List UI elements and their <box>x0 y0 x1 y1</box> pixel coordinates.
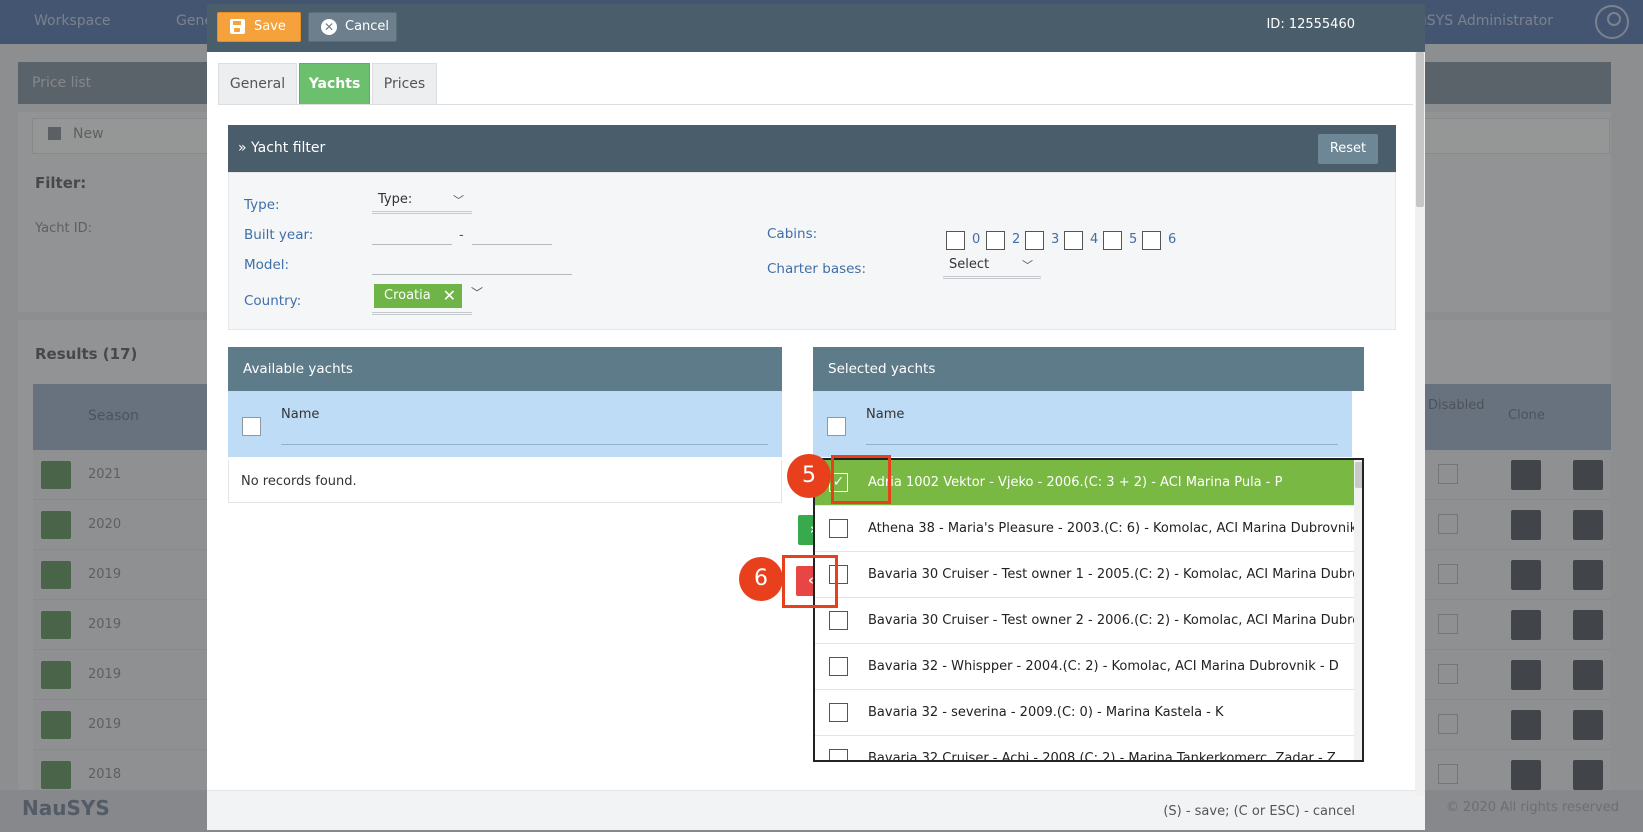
charter-bases-select[interactable]: Select ﹀ <box>943 257 1041 279</box>
available-empty-message: No records found. <box>228 460 782 503</box>
cabin-option-5: 5 <box>1129 232 1138 247</box>
chevron-down-icon: ﹀ <box>453 194 464 207</box>
available-select-all-checkbox[interactable] <box>242 417 261 436</box>
cabin-checkbox-5[interactable] <box>1103 231 1122 250</box>
step-6-marker: 6 <box>739 557 783 601</box>
step-6-highlight <box>782 555 838 608</box>
modal-toolbar: Save ✕ Cancel ID: 12555460 <box>207 4 1425 52</box>
chevron-down-icon: ﹀ <box>1022 259 1033 272</box>
cabin-checkbox-2[interactable] <box>986 231 1005 250</box>
yacht-name: Bavaria 32 - severina - 2009.(C: 0) - Ma… <box>868 705 1224 720</box>
close-icon[interactable]: ✕ <box>443 286 456 305</box>
built-year-from-input[interactable] <box>372 244 452 245</box>
charter-bases-label: Charter bases: <box>767 261 867 277</box>
selected-yachts-columns: Name <box>813 391 1352 457</box>
type-label: Type: <box>244 197 280 213</box>
selected-yachts-header: Selected yachts <box>813 347 1364 391</box>
record-id: ID: 12555460 <box>1266 17 1355 32</box>
selected-name-filter-input[interactable] <box>866 444 1338 445</box>
chevron-down-icon[interactable]: ﹀ <box>471 284 483 301</box>
cancel-button[interactable]: ✕ Cancel <box>308 12 397 42</box>
cancel-label: Cancel <box>345 19 390 34</box>
list-item[interactable]: ✓ Adria 1002 Vektor - Vjeko - 2006.(C: 3… <box>815 460 1354 506</box>
yacht-name: Bavaria 32 Cruiser - Achi - 2008.(C: 2) … <box>868 751 1336 762</box>
close-circle-icon: ✕ <box>321 19 337 35</box>
cabin-checkbox-0[interactable] <box>946 231 965 250</box>
yacht-name: Bavaria 30 Cruiser - Test owner 1 - 2005… <box>868 567 1364 582</box>
selected-yachts-list: ✓ Adria 1002 Vektor - Vjeko - 2006.(C: 3… <box>813 458 1364 762</box>
cabin-checkbox-6[interactable] <box>1142 231 1161 250</box>
yacht-filter-title: » Yacht filter <box>238 140 326 156</box>
cabins-label: Cabins: <box>767 226 818 242</box>
floppy-disk-icon <box>230 19 245 34</box>
country-label: Country: <box>244 293 302 309</box>
cabin-option-3: 3 <box>1051 232 1060 247</box>
row-checkbox[interactable] <box>829 703 848 722</box>
model-input[interactable] <box>372 274 572 275</box>
type-select[interactable]: Type: ﹀ <box>372 192 472 214</box>
yacht-name: Bavaria 30 Cruiser - Test owner 2 - 2006… <box>868 613 1364 628</box>
model-label: Model: <box>244 257 290 273</box>
step-5-highlight <box>831 455 891 504</box>
cabin-option-4: 4 <box>1090 232 1099 247</box>
built-year-label: Built year: <box>244 227 314 243</box>
row-checkbox[interactable] <box>829 657 848 676</box>
list-item[interactable]: Bavaria 32 - severina - 2009.(C: 0) - Ma… <box>815 690 1354 736</box>
list-item[interactable]: Bavaria 32 - Whispper - 2004.(C: 2) - Ko… <box>815 644 1354 690</box>
yacht-filter-header: » Yacht filter Reset <box>228 125 1396 172</box>
range-dash: - <box>459 228 464 243</box>
list-item[interactable]: Bavaria 32 Cruiser - Achi - 2008.(C: 2) … <box>815 736 1354 762</box>
step-5-marker: 5 <box>787 454 831 498</box>
cabin-checkbox-4[interactable] <box>1064 231 1083 250</box>
selected-select-all-checkbox[interactable] <box>827 417 846 436</box>
row-checkbox[interactable] <box>829 519 848 538</box>
save-button[interactable]: Save <box>217 12 301 42</box>
country-tag: Croatia ✕ <box>374 284 462 308</box>
yacht-name: Adria 1002 Vektor - Vjeko - 2006.(C: 3 +… <box>868 475 1283 490</box>
shortcut-hint: (S) - save; (C or ESC) - cancel <box>1163 804 1355 819</box>
tab-general[interactable]: General <box>218 63 297 104</box>
tab-yachts[interactable]: Yachts <box>299 63 370 104</box>
list-item[interactable]: Athena 38 - Maria's Pleasure - 2003.(C: … <box>815 506 1362 552</box>
tab-prices[interactable]: Prices <box>372 63 437 104</box>
scrollbar-thumb[interactable] <box>1355 462 1362 488</box>
cabin-option-2: 2 <box>1012 232 1021 247</box>
available-yachts-columns: Name <box>228 391 782 457</box>
charter-bases-value: Select <box>949 257 990 272</box>
tabs-divider <box>218 104 1413 105</box>
type-select-value: Type: <box>378 192 413 207</box>
yacht-name: Bavaria 32 - Whispper - 2004.(C: 2) - Ko… <box>868 659 1339 674</box>
cabin-checkbox-3[interactable] <box>1025 231 1044 250</box>
cabin-option-6: 6 <box>1168 232 1177 247</box>
country-tag-label: Croatia <box>384 288 431 303</box>
country-select-underline <box>372 312 472 315</box>
price-list-modal: Save ✕ Cancel ID: 12555460 General Yacht… <box>207 4 1425 830</box>
selected-list-scrollbar[interactable] <box>1354 460 1362 760</box>
available-yachts-header: Available yachts <box>228 347 782 391</box>
row-checkbox[interactable] <box>829 611 848 630</box>
available-name-column[interactable]: Name <box>281 407 319 422</box>
list-item[interactable]: Bavaria 30 Cruiser - Test owner 1 - 2005… <box>815 552 1362 598</box>
selected-name-column[interactable]: Name <box>866 407 904 422</box>
cabin-option-0: 0 <box>972 232 981 247</box>
modal-scrollbar[interactable] <box>1415 52 1425 796</box>
save-label: Save <box>254 19 286 34</box>
scrollbar-thumb[interactable] <box>1416 52 1424 207</box>
built-year-to-input[interactable] <box>472 244 552 245</box>
yacht-name: Athena 38 - Maria's Pleasure - 2003.(C: … <box>868 521 1364 536</box>
row-checkbox[interactable] <box>829 749 848 760</box>
available-name-filter-input[interactable] <box>281 444 768 445</box>
reset-button[interactable]: Reset <box>1318 134 1378 164</box>
list-item[interactable]: Bavaria 30 Cruiser - Test owner 2 - 2006… <box>815 598 1362 644</box>
